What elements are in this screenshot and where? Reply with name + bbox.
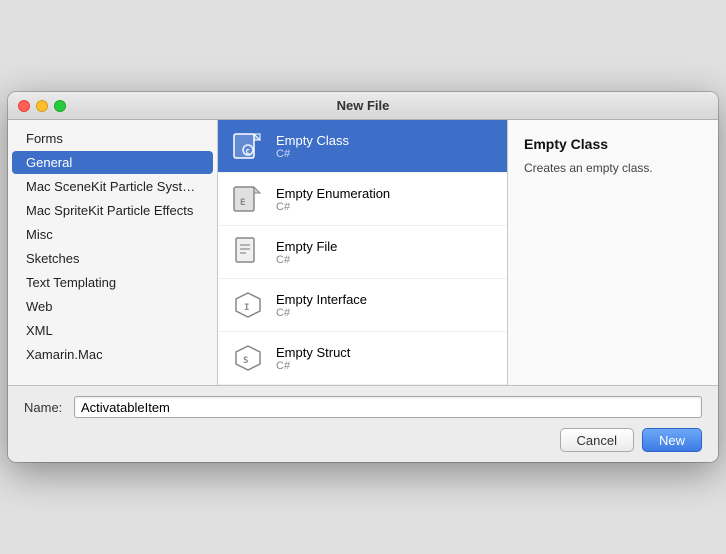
sidebar-item-xml[interactable]: XML [12,319,213,342]
empty-struct-icon: S [230,340,266,376]
sidebar-item-text-templating[interactable]: Text Templating [12,271,213,294]
cancel-button[interactable]: Cancel [560,428,634,452]
svg-text:C: C [246,148,250,156]
window-title: New File [337,98,390,113]
sidebar-item-xamarin-mac[interactable]: Xamarin.Mac [12,343,213,366]
sidebar-item-web[interactable]: Web [12,295,213,318]
new-file-window: New File FormsGeneralMac SceneKit Partic… [8,92,718,462]
window-controls [18,100,66,112]
empty-struct-name: Empty Struct [276,345,350,360]
template-item-empty-class[interactable]: C Empty ClassC# [218,120,507,173]
main-content: FormsGeneralMac SceneKit Particle System… [8,120,718,385]
empty-class-icon: C [230,128,266,164]
template-item-empty-file[interactable]: Empty FileC# [218,226,507,279]
empty-file-icon [230,234,266,270]
new-button[interactable]: New [642,428,702,452]
sidebar-item-mac-spritekit[interactable]: Mac SpriteKit Particle Effects [12,199,213,222]
title-bar: New File [8,92,718,120]
empty-enumeration-name: Empty Enumeration [276,186,390,201]
close-button[interactable] [18,100,30,112]
template-item-empty-struct[interactable]: S Empty StructC# [218,332,507,385]
description-text: Creates an empty class. [524,160,702,177]
name-label: Name: [24,400,64,415]
empty-struct-subtitle: C# [276,360,350,372]
empty-file-subtitle: C# [276,254,337,266]
sidebar-item-misc[interactable]: Misc [12,223,213,246]
description-panel: Empty Class Creates an empty class. [508,120,718,385]
empty-enumeration-subtitle: C# [276,201,390,213]
svg-text:I: I [244,303,249,313]
empty-interface-name: Empty Interface [276,292,367,307]
bottom-bar: Name: Cancel New [8,385,718,462]
minimize-button[interactable] [36,100,48,112]
sidebar: FormsGeneralMac SceneKit Particle System… [8,120,218,385]
empty-interface-subtitle: C# [276,307,367,319]
template-list: C Empty ClassC# E Empty EnumerationC# Em… [218,120,508,385]
maximize-button[interactable] [54,100,66,112]
empty-class-name: Empty Class [276,133,349,148]
sidebar-item-sketches[interactable]: Sketches [12,247,213,270]
empty-class-subtitle: C# [276,148,349,160]
svg-text:S: S [243,356,248,366]
template-item-empty-enumeration[interactable]: E Empty EnumerationC# [218,173,507,226]
description-title: Empty Class [524,136,702,152]
name-row: Name: [24,396,702,418]
empty-enumeration-icon: E [230,181,266,217]
empty-file-name: Empty File [276,239,337,254]
name-input[interactable] [74,396,702,418]
buttons-row: Cancel New [24,428,702,452]
template-item-empty-interface[interactable]: I Empty InterfaceC# [218,279,507,332]
sidebar-item-forms[interactable]: Forms [12,127,213,150]
sidebar-item-general[interactable]: General [12,151,213,174]
svg-text:E: E [240,198,245,208]
empty-interface-icon: I [230,287,266,323]
sidebar-item-mac-scenekit[interactable]: Mac SceneKit Particle System [12,175,213,198]
